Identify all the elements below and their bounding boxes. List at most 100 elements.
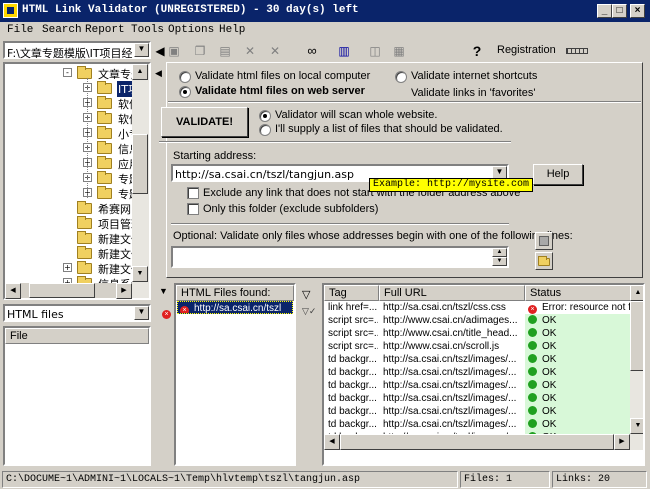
document-icon[interactable]: ▦ <box>392 44 406 58</box>
tag-column-header[interactable]: Tag <box>324 285 379 301</box>
table-row[interactable]: script src=... http://www.csai.cn/adimage… <box>324 314 630 327</box>
tree-node[interactable]: + 应用 <box>5 156 140 171</box>
maximize-button[interactable]: □ <box>612 4 627 18</box>
scroll-left-icon[interactable]: ◀ <box>324 434 340 450</box>
html-file-item[interactable]: × http://sa.csai.cn/tszl <box>177 301 293 314</box>
vscroll-thumb[interactable] <box>630 301 643 371</box>
hscroll-thumb[interactable] <box>29 283 95 298</box>
tree-node[interactable]: 希赛网 <box>5 201 132 216</box>
html-files-header[interactable]: HTML Files found: <box>176 285 294 301</box>
folder-tree[interactable]: - 文章专题 + IT项 + 软件 + 软件 + 小专 + 信息 + 应用 + 专题 + 专题 希赛网 项目管理 新建文… <box>3 62 151 300</box>
table-row[interactable]: td backgr... http://sa.csai.cn/tszl/image… <box>324 392 630 405</box>
paste-icon[interactable]: ▤ <box>218 44 232 58</box>
table-row[interactable]: script src=... http://www.csai.cn/title_h… <box>324 327 630 340</box>
status-cell: × Error: resource not fo <box>525 301 630 314</box>
collapse-left-icon[interactable]: ◀ <box>155 68 162 79</box>
arrow-left-icon[interactable]: ◀ <box>153 44 167 58</box>
close-button[interactable]: × <box>630 4 645 18</box>
copy-icon[interactable]: ❐ <box>193 44 207 58</box>
delete-all-icon[interactable]: ✕ <box>268 44 282 58</box>
table-row[interactable]: td backgr... http://sa.csai.cn/tszl/image… <box>324 353 630 366</box>
radio-local[interactable] <box>179 71 191 83</box>
keyboard-icon[interactable] <box>566 48 588 54</box>
prefix-list-input[interactable]: ▲ ▼ <box>171 246 509 268</box>
radio-list[interactable] <box>259 124 271 136</box>
table-row[interactable]: td backgr... http://sa.csai.cn/tszl/image… <box>324 379 630 392</box>
save-list-button[interactable] <box>535 232 553 250</box>
path-combo[interactable]: F:\文章专题模版\IT项目经 ▼ <box>3 41 151 60</box>
scroll-down-icon[interactable]: ▼ <box>132 266 148 282</box>
file-filter-combo[interactable]: HTML files ▼ <box>3 304 151 322</box>
menu-tools[interactable]: Tools <box>131 24 164 36</box>
tree-node[interactable]: - 文章专题 <box>5 66 142 81</box>
save-icon[interactable]: ▣ <box>167 44 181 58</box>
tree-node[interactable]: + 专题 <box>5 186 140 201</box>
scroll-right-icon[interactable]: ▶ <box>116 283 132 299</box>
table-row[interactable]: td backgr... http://sa.csai.cn/tszl/image… <box>324 366 630 379</box>
radio-web[interactable] <box>179 86 191 98</box>
collapse-down-icon[interactable]: ▼ <box>159 286 168 296</box>
scroll-up-icon[interactable]: ▲ <box>132 64 148 80</box>
table-row[interactable]: script src=... http://www.csai.cn/scroll.… <box>324 340 630 353</box>
table-row[interactable]: td backgr... http://sa.csai.cn/tszl/image… <box>324 418 630 431</box>
links-table[interactable]: Tag Full URL Status link href=... http://… <box>322 283 645 466</box>
scroll-down-icon[interactable]: ▼ <box>630 418 643 434</box>
help-button[interactable]: Help <box>533 164 583 185</box>
links-hscroll[interactable]: ◀ ▶ <box>324 434 630 450</box>
tree-node[interactable]: + 专题 <box>5 171 140 186</box>
tree-node[interactable]: + IT项 <box>5 81 140 97</box>
menu-search[interactable]: Search <box>42 24 82 36</box>
filter-ok-icon[interactable]: ▽✓ <box>302 306 316 319</box>
error-filter-icon[interactable]: × <box>162 306 171 319</box>
chevron-down-icon[interactable]: ▼ <box>134 306 149 320</box>
hscroll-thumb[interactable] <box>340 434 614 450</box>
vscroll-thumb[interactable] <box>132 134 148 194</box>
prefix-list-scroll[interactable]: ▲ ▼ <box>492 248 507 266</box>
delete-icon[interactable]: ✕ <box>243 44 257 58</box>
tree-node[interactable]: + 新建文件 <box>5 261 142 276</box>
radio-scan[interactable] <box>259 110 271 122</box>
file-column-header[interactable]: File <box>5 328 149 344</box>
html-files-list[interactable]: HTML Files found: × http://sa.csai.cn/tsz… <box>174 283 296 466</box>
scroll-up-icon[interactable]: ▲ <box>492 248 507 257</box>
links-vscroll[interactable]: ▲ ▼ <box>630 285 643 450</box>
expand-icon[interactable]: + <box>63 263 72 272</box>
scroll-up-icon[interactable]: ▲ <box>630 285 643 301</box>
menu-help[interactable]: Help <box>219 24 245 36</box>
file-list[interactable]: File <box>3 326 151 466</box>
open-list-button[interactable] <box>535 252 553 270</box>
tree-node[interactable]: 项目管理 <box>5 216 142 231</box>
help-icon[interactable]: ? <box>470 44 484 58</box>
exclude-checkbox[interactable] <box>187 187 199 199</box>
radio-shortcuts[interactable] <box>395 71 407 83</box>
collapse-icon[interactable]: - <box>63 68 72 77</box>
tree-node[interactable]: + 软件 <box>5 111 140 126</box>
tree-node[interactable]: + 软件 <box>5 96 140 111</box>
tree-hscroll[interactable]: ◀ ▶ <box>5 283 132 299</box>
registration-button[interactable]: Registration <box>497 44 556 56</box>
binoculars-icon[interactable]: ∞ <box>305 44 319 58</box>
tree-node[interactable]: + 信息 <box>5 141 140 156</box>
report-icon[interactable]: ▥ <box>337 44 351 58</box>
table-row[interactable]: td backgr... http://sa.csai.cn/tszl/image… <box>324 405 630 418</box>
chevron-down-icon[interactable]: ▼ <box>134 43 149 57</box>
scroll-right-icon[interactable]: ▶ <box>614 434 630 450</box>
validate-button[interactable]: VALIDATE! <box>161 107 248 137</box>
menu-options[interactable]: Options <box>168 24 214 36</box>
tree-vscroll[interactable]: ▲ ▼ <box>132 64 149 298</box>
scroll-left-icon[interactable]: ◀ <box>5 283 21 299</box>
title-bar[interactable]: HTML Link Validator (UNREGISTERED) - 30 … <box>0 0 650 22</box>
preview-icon[interactable]: ◫ <box>368 44 382 58</box>
menu-report[interactable]: Report <box>85 24 125 36</box>
tree-node[interactable]: 新建文件 <box>5 231 142 246</box>
tree-node[interactable]: 新建文件 <box>5 246 142 261</box>
filter-icon[interactable]: ▽ <box>302 288 316 301</box>
table-row[interactable]: link href=... http://sa.csai.cn/tszl/css.… <box>324 301 630 314</box>
tree-node[interactable]: + 小专 <box>5 126 140 141</box>
menu-file[interactable]: File <box>7 24 33 36</box>
folder-only-checkbox[interactable] <box>187 203 199 215</box>
status-column-header[interactable]: Status <box>525 285 631 301</box>
minimize-button[interactable]: _ <box>597 4 612 18</box>
scroll-down-icon[interactable]: ▼ <box>492 257 507 266</box>
url-column-header[interactable]: Full URL <box>379 285 525 301</box>
